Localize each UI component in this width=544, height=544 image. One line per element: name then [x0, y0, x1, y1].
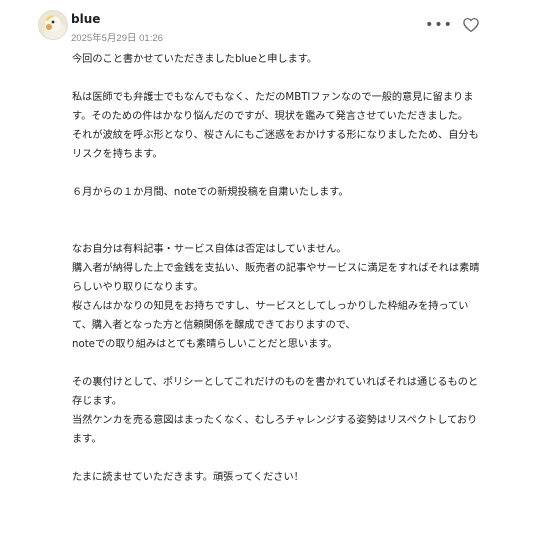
comment-line: noteでの取り組みはとても素晴らしいことだと思います。: [72, 339, 338, 350]
comment-line: リスクを持ちます。: [72, 149, 163, 160]
comment-line: たまに読ませていただきます。頑張ってください！: [72, 472, 304, 483]
author-name[interactable]: blue: [71, 12, 100, 26]
comment-line: て、購入者となった方と信頼関係を醸成できておりますので、: [72, 320, 356, 331]
more-options-button[interactable]: •••: [425, 14, 453, 36]
bird-avatar-icon: [39, 11, 67, 39]
comment-line: 当然ケンカを売る意図はまったくなく、むしろチャレンジする姿勢はリスペクトしており: [72, 415, 478, 426]
comment-line: 私は医師でも弁護士でもなんでもなく、ただのMBTIファンなので一般的意見に留まり…: [72, 92, 474, 103]
comment-line: らしいやり取りになります。: [72, 282, 204, 293]
comment-card: blue 2025年5月29日 01:26 ••• 今回のこと書かせていただきま…: [0, 0, 544, 544]
comment-line: 存じます。: [72, 396, 122, 407]
comment-line: その裏付けとして、ポリシーとしてこれだけのものを書かれていればそれは通じるものと: [72, 377, 479, 388]
like-button[interactable]: [460, 14, 482, 36]
comment-body: 今回のこと書かせていただきましたblueと申します。私は医師でも弁護士でもなんで…: [72, 50, 492, 487]
comment-line: 桜さんはかなりの知見をお持ちですし、サービスとしてしっかりした枠組みを持ってい: [72, 301, 469, 312]
comment-header: blue 2025年5月29日 01:26: [38, 8, 488, 48]
comment-actions: •••: [425, 14, 482, 36]
comment-line: す。そのための件はかなり悩んだのですが、現状を鑑みて発言させていただきました。: [72, 111, 469, 122]
heart-icon: [463, 17, 479, 33]
comment-line: それが波紋を呼ぶ形となり、桜さんにもご迷惑をおかけする形になりましたため、自分も: [72, 130, 479, 141]
avatar[interactable]: [38, 10, 68, 40]
comment-line: ６月からの１か月間、noteでの新規投稿を自粛いたします。: [72, 187, 349, 198]
more-options-icon: •••: [425, 17, 453, 33]
comment-line: 購入者が納得した上で金銭を支払い、販売者の記事やサービスに満足をすればそれは素晴: [72, 263, 480, 274]
comment-line: なお自分は有料記事・サービス自体は否定はしていません。: [72, 244, 347, 255]
post-timestamp: 2025年5月29日 01:26: [71, 33, 163, 44]
comment-line: 今回のこと書かせていただきましたblueと申します。: [72, 54, 318, 65]
comment-line: ます。: [72, 434, 102, 445]
